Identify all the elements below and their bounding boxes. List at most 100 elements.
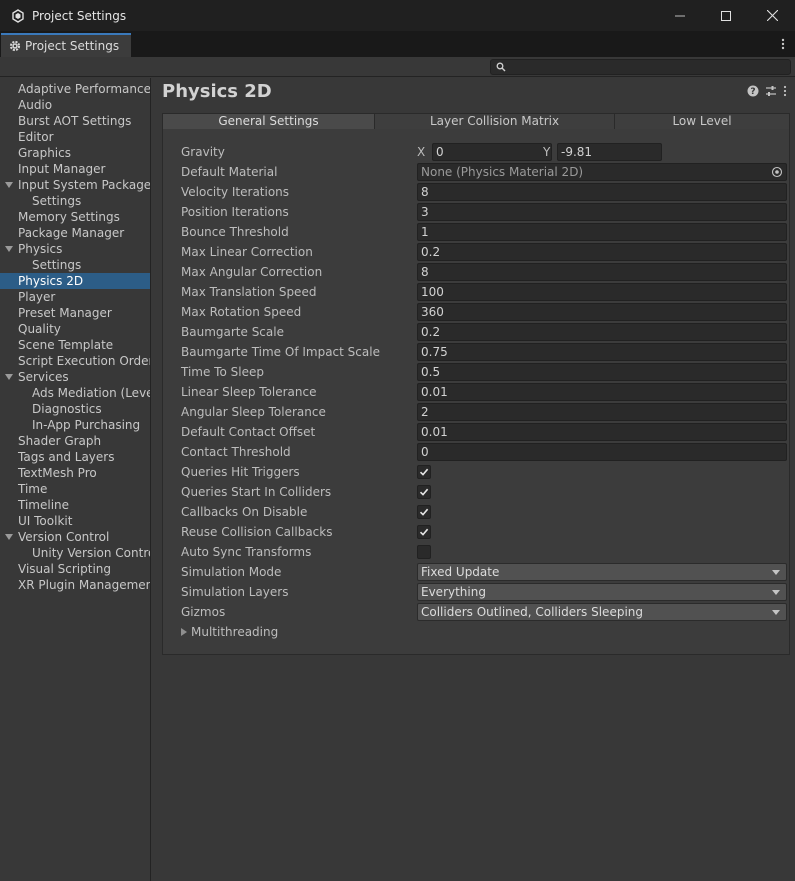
tab-general-settings[interactable]: General Settings [163,114,375,129]
dropdown-value: Fixed Update [421,565,500,579]
sidebar-item[interactable]: UI Toolkit [0,513,150,529]
sidebar-item[interactable]: Memory Settings [0,209,150,225]
number-field[interactable]: 100 [417,283,787,301]
setting-row: Position Iterations 3 [181,203,791,221]
setting-row: Max Linear Correction 0.2 [181,243,791,261]
sidebar-item[interactable]: TextMesh Pro [0,465,150,481]
checkbox[interactable] [417,525,431,539]
sidebar-item[interactable]: Physics 2D [0,273,150,289]
sidebar-item[interactable]: Adaptive Performance [0,81,150,97]
sidebar-item[interactable]: In-App Purchasing [0,417,150,433]
sidebar-item-label: In-App Purchasing [32,418,141,432]
help-icon[interactable]: ? [747,85,759,97]
sidebar-item[interactable]: Script Execution Order [0,353,150,369]
dropdown[interactable]: Everything [417,583,787,601]
number-field[interactable]: 8 [417,183,787,201]
search-input[interactable] [490,59,791,75]
sidebar-item[interactable]: Tags and Layers [0,449,150,465]
setting-row: Bounce Threshold 1 [181,223,791,241]
dropdown-value: Everything [421,585,486,599]
sidebar-item[interactable]: Timeline [0,497,150,513]
sidebar-item-label: Preset Manager [18,306,112,320]
sidebar-item[interactable]: Burst AOT Settings [0,113,150,129]
sidebar-item-label: Settings [32,258,82,272]
number-field[interactable]: 0 [417,443,787,461]
sidebar-item[interactable]: Package Manager [0,225,150,241]
sidebar-item[interactable]: Physics [0,241,150,257]
number-field[interactable]: 0.2 [417,243,787,261]
checkbox[interactable] [417,465,431,479]
sidebar-item-label: Timeline [18,498,70,512]
sidebar-item[interactable]: Preset Manager [0,305,150,321]
sidebar-item[interactable]: Settings [0,193,150,209]
sidebar-item[interactable]: Scene Template [0,337,150,353]
field-label: Linear Sleep Tolerance [181,385,317,399]
tab-low-level[interactable]: Low Level [615,114,789,129]
expand-arrow-icon[interactable] [5,374,13,380]
expand-arrow-icon[interactable] [5,534,13,540]
sidebar-item-label: Scene Template [18,338,114,352]
sidebar-item[interactable]: Player [0,289,150,305]
sidebar-item[interactable]: Diagnostics [0,401,150,417]
sidebar-item[interactable]: Audio [0,97,150,113]
sidebar-item[interactable]: Editor [0,129,150,145]
default-material-field[interactable]: None (Physics Material 2D) [417,163,787,181]
sidebar-item[interactable]: Ads Mediation (Level [0,385,150,401]
chevron-right-icon[interactable] [181,628,187,636]
number-field[interactable]: 0.75 [417,343,787,361]
sidebar-item[interactable]: Version Control [0,529,150,545]
sidebar-item[interactable]: XR Plugin Management [0,577,150,593]
foldout-label[interactable]: Multithreading [191,624,278,640]
sidebar-item[interactable]: Services [0,369,150,385]
minimize-button[interactable] [657,0,703,31]
sidebar-item-label: Audio [18,98,53,112]
dropdown[interactable]: Fixed Update [417,563,787,581]
checkbox[interactable] [417,485,431,499]
field-label: Gizmos [181,605,226,619]
sidebar-item[interactable]: Time [0,481,150,497]
sidebar-item[interactable]: Unity Version Control [0,545,150,561]
sidebar-item[interactable]: Settings [0,257,150,273]
expand-arrow-icon[interactable] [5,182,13,188]
gravity-x-field[interactable]: 0 [432,143,552,161]
sidebar-item-label: Quality [18,322,61,336]
gravity-y-label[interactable]: Y [543,144,550,160]
gravity-row: Gravity X 0 Y -9.81 [181,143,791,161]
number-field[interactable]: 360 [417,303,787,321]
maximize-button[interactable] [703,0,749,31]
tab-project-settings[interactable]: Project Settings [1,33,131,57]
number-field[interactable]: 8 [417,263,787,281]
expand-arrow-icon[interactable] [5,246,13,252]
maximize-icon [721,10,731,21]
sidebar-item[interactable]: Input Manager [0,161,150,177]
dropdown[interactable]: Colliders Outlined, Colliders Sleeping [417,603,787,621]
close-button[interactable] [749,0,795,31]
more-options-icon[interactable] [783,85,787,97]
sidebar-item-label: Visual Scripting [18,562,111,576]
sidebar-item-label: Settings [32,194,82,208]
sidebar-item[interactable]: Quality [0,321,150,337]
checkbox[interactable] [417,505,431,519]
gravity-y-field[interactable]: -9.81 [557,143,662,161]
checkbox[interactable] [417,545,431,559]
sidebar-item[interactable]: Graphics [0,145,150,161]
number-field[interactable]: 0.5 [417,363,787,381]
object-picker-icon[interactable] [771,166,783,178]
gravity-x-label[interactable]: X [417,144,425,160]
multithreading-foldout[interactable]: Multithreading [181,623,791,641]
sidebar-item-label: Time [18,482,48,496]
window-title: Project Settings [32,8,127,23]
presets-icon[interactable] [765,85,777,97]
sidebar-item[interactable]: Visual Scripting [0,561,150,577]
number-field[interactable]: 0.2 [417,323,787,341]
number-field[interactable]: 2 [417,403,787,421]
number-field[interactable]: 0.01 [417,423,787,441]
more-options-icon[interactable] [781,37,785,51]
number-field[interactable]: 1 [417,223,787,241]
tab-layer-collision-matrix[interactable]: Layer Collision Matrix [375,114,615,129]
sidebar-item[interactable]: Shader Graph [0,433,150,449]
number-field[interactable]: 0.01 [417,383,787,401]
sidebar-item[interactable]: Input System Package [0,177,150,193]
close-icon [766,10,778,21]
number-field[interactable]: 3 [417,203,787,221]
